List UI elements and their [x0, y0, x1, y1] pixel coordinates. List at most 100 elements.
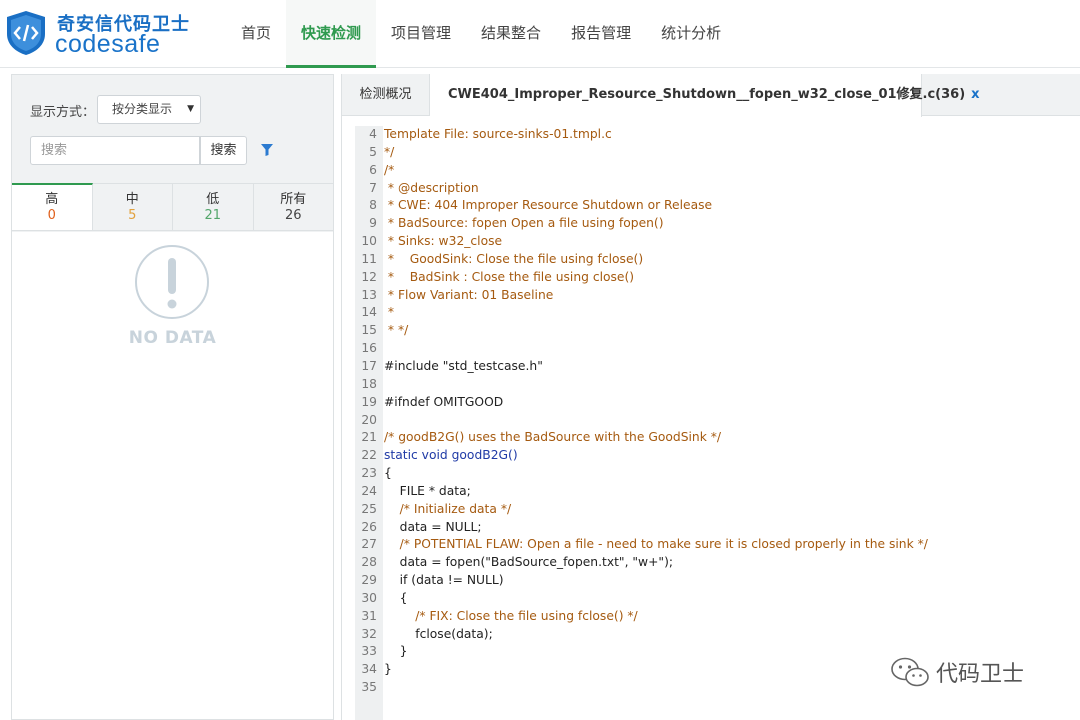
tab-source-file[interactable]: CWE404_Improper_Resource_Shutdown__fopen… — [430, 74, 980, 117]
nav-report-management[interactable]: 报告管理 — [556, 0, 646, 68]
line-number: 6 — [369, 162, 377, 177]
code-text: } — [384, 662, 392, 677]
code-text: /* POTENTIAL FLAW: Open a file - need to… — [384, 537, 928, 552]
code-line: 23 { — [355, 465, 928, 483]
line-number: 29 — [361, 573, 377, 588]
code-text: * CWE: 404 Improper Resource Shutdown or… — [384, 198, 713, 213]
code-line: 27 /* POTENTIAL FLAW: Open a file - need… — [355, 536, 928, 554]
code-line: 25 /* Initialize data */ — [355, 501, 928, 519]
code-text: * Flow Variant: 01 Baseline — [384, 287, 554, 302]
tab-count: 5 — [128, 208, 137, 223]
code-text: #include "std_testcase.h" — [384, 358, 543, 373]
line-number: 32 — [361, 626, 377, 641]
nav-statistics[interactable]: 统计分析 — [646, 0, 736, 68]
code-line: 13 * Flow Variant: 01 Baseline — [355, 287, 928, 305]
line-number: 11 — [361, 251, 377, 266]
display-mode-label: 显示方式： — [30, 105, 96, 120]
line-number: 8 — [369, 198, 377, 213]
tab-count: 0 — [47, 208, 56, 223]
line-number: 14 — [361, 305, 377, 320]
tab-label: 中 — [125, 192, 139, 207]
line-number: 30 — [361, 590, 377, 605]
code-line: 18 — [355, 376, 928, 394]
tab-all[interactable]: 所有 26 — [253, 184, 333, 230]
tab-count: 21 — [204, 208, 222, 223]
nav-project-management[interactable]: 项目管理 — [376, 0, 466, 68]
tab-overview[interactable]: 检测概况 — [342, 74, 430, 116]
code-text: * BadSource: fopen Open a file using fop… — [384, 216, 664, 231]
code-line: 35 — [355, 679, 928, 697]
code-text: * @description — [384, 180, 479, 195]
code-text: data = fopen("BadSource_fopen.txt", "w+"… — [384, 555, 674, 570]
line-number: 7 — [369, 180, 377, 195]
nav-quick-scan[interactable]: 快速检测 — [286, 0, 377, 68]
code-line: 12 * BadSink : Close the file using clos… — [355, 269, 928, 287]
nav-home[interactable]: 首页 — [226, 0, 286, 68]
code-line: 4 Template File: source-sinks-01.tmpl.c — [355, 126, 928, 144]
code-line: 33 } — [355, 643, 928, 661]
main-nav: 首页 快速检测 项目管理 结果整合 报告管理 统计分析 — [226, 0, 736, 68]
search-button[interactable]: 搜索 — [200, 136, 247, 165]
code-editor[interactable]: 4 Template File: source-sinks-01.tmpl.c 5 *… — [355, 126, 1080, 720]
code-text: * */ — [384, 323, 409, 338]
code-line: 10 * Sinks: w32_close — [355, 233, 928, 251]
code-text: * Sinks: w32_close — [384, 234, 503, 249]
top-header: 奇安信代码卫士 codesafe 首页 快速检测 项目管理 结果整合 报告管理 … — [0, 0, 1080, 68]
line-number: 20 — [361, 412, 377, 427]
tab-low[interactable]: 低 21 — [173, 184, 254, 230]
filter-icon[interactable] — [260, 143, 274, 157]
line-number: 28 — [361, 555, 377, 570]
brand-name-en: codesafe — [55, 30, 161, 58]
line-number: 4 — [369, 127, 377, 141]
line-number: 22 — [361, 448, 377, 463]
close-icon[interactable]: x — [971, 87, 979, 102]
code-line: 14 * — [355, 304, 928, 322]
code-line: 30 { — [355, 590, 928, 608]
nav-result-merge[interactable]: 结果整合 — [466, 0, 556, 68]
code-line: 17 #include "std_testcase.h" — [355, 358, 928, 376]
code-line: 15 * */ — [355, 322, 928, 340]
code-text: #ifndef OMITGOOD — [384, 394, 504, 409]
line-number: 21 — [361, 430, 377, 445]
line-number: 25 — [361, 501, 377, 516]
code-line: 16 — [355, 340, 928, 358]
code-text: * — [384, 305, 395, 320]
line-number: 33 — [361, 644, 377, 659]
code-lines: 4 Template File: source-sinks-01.tmpl.c 5 *… — [355, 126, 928, 697]
tab-medium[interactable]: 中 5 — [92, 184, 173, 230]
code-text: /* goodB2G() uses the BadSource with the… — [384, 430, 722, 445]
display-mode-value: 按分类显示 — [112, 102, 173, 116]
code-line: 34} — [355, 661, 928, 679]
code-text: fclose(data); — [384, 626, 493, 641]
line-number: 16 — [361, 341, 377, 356]
line-number: 34 — [361, 662, 377, 677]
code-line: 7 * @description — [355, 180, 928, 198]
line-number: 23 — [361, 466, 377, 481]
tab-label: 高 — [45, 192, 59, 207]
code-line: 28 data = fopen("BadSource_fopen.txt", "… — [355, 554, 928, 572]
code-line: 29 if (data != NULL) — [355, 572, 928, 590]
code-text: /* FIX: Close the file using fclose() */ — [384, 608, 638, 623]
file-tabs: 检测概况 CWE404_Improper_Resource_Shutdown__… — [342, 74, 1080, 117]
line-number: 17 — [361, 358, 377, 373]
wechat-icon — [891, 657, 929, 687]
line-number: 31 — [361, 608, 377, 623]
tab-count: 26 — [284, 208, 302, 223]
display-mode-select[interactable]: 按分类显示 ▼ — [97, 95, 201, 124]
code-line: 9 * BadSource: fopen Open a file using f… — [355, 215, 928, 233]
caret-down-icon: ▼ — [187, 104, 194, 114]
code-line: 20 — [355, 412, 928, 430]
tab-high[interactable]: 高 0 — [12, 183, 93, 230]
code-line: 26 data = NULL; — [355, 519, 928, 537]
code-line: 11 * GoodSink: Close the file using fclo… — [355, 251, 928, 269]
line-number: 5 — [369, 144, 377, 159]
line-number: 12 — [361, 269, 377, 284]
tab-label: 所有 — [280, 192, 307, 207]
search-input[interactable]: 搜索 — [30, 136, 200, 165]
severity-tabs: 高 0 中 5 低 21 所有 26 — [12, 183, 333, 231]
line-number: 19 — [361, 394, 377, 409]
brand-logo[interactable]: 奇安信代码卫士 codesafe — [5, 8, 195, 60]
